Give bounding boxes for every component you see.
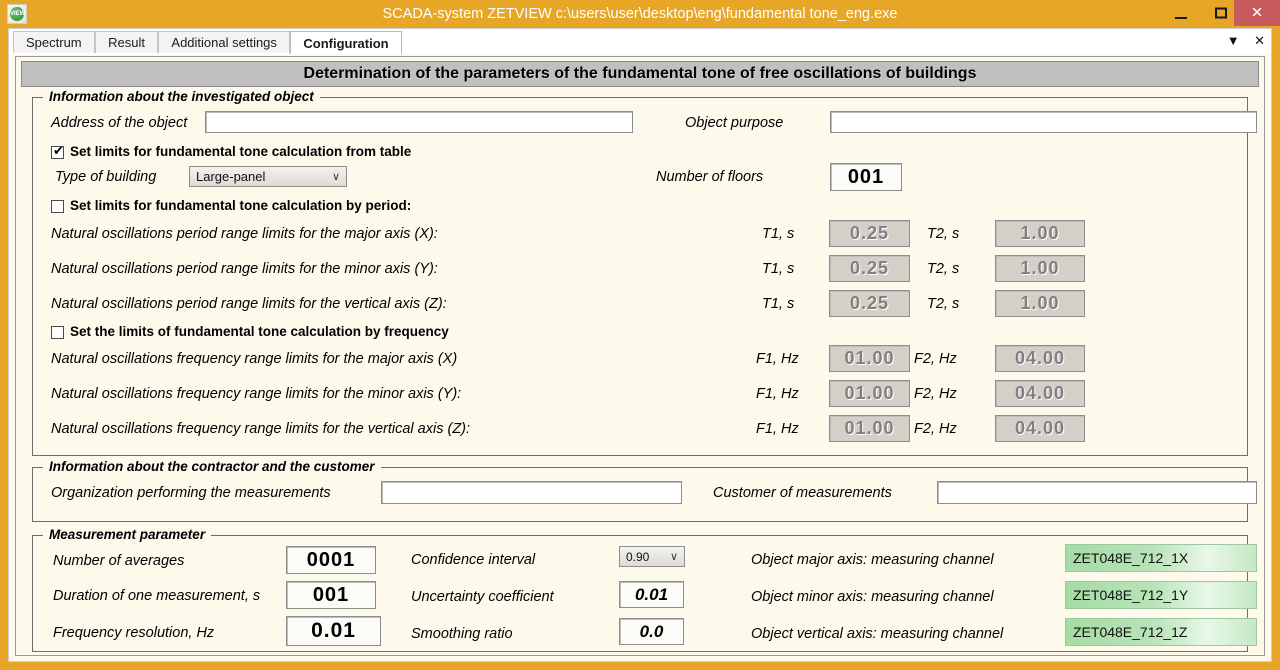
channel-select-vertical[interactable]: ZET048E_712_1Z — [1065, 618, 1257, 646]
type-of-building-label: Type of building — [55, 169, 157, 185]
period-t1-label-z: T1, s — [762, 296, 795, 312]
type-of-building-select[interactable]: Large-panel ∨ — [189, 166, 347, 187]
frequency-f1-input-y[interactable]: 01.00 — [829, 380, 910, 407]
tab-close-icon[interactable]: ✕ — [1254, 33, 1265, 49]
smoothing-input[interactable]: 0.0 — [619, 618, 684, 645]
form-panel: Determination of the parameters of the f… — [15, 56, 1265, 656]
group-title-contractor-customer: Information about the contractor and the… — [43, 459, 381, 475]
period-t1-label-x: T1, s — [762, 226, 795, 242]
number-of-averages-input[interactable]: 0001 — [286, 546, 376, 574]
period-row-label-z: Natural oscillations period range limits… — [51, 296, 447, 312]
tab-bar-controls: ▼ ✕ — [1217, 32, 1265, 52]
period-row-label-x: Natural oscillations period range limits… — [51, 226, 438, 242]
frequency-f1-label-x: F1, Hz — [756, 351, 799, 367]
checkbox-label-by-frequency: Set the limits of fundamental tone calcu… — [70, 324, 449, 339]
channel-select-major[interactable]: ZET048E_712_1X — [1065, 544, 1257, 572]
client-area: Determination of the parameters of the f… — [8, 54, 1272, 662]
chevron-down-icon: ∨ — [331, 171, 340, 183]
organization-label: Organization performing the measurements — [51, 485, 331, 501]
organization-input[interactable] — [381, 481, 682, 504]
close-button[interactable]: ✕ — [1234, 0, 1280, 26]
object-purpose-input[interactable] — [830, 111, 1257, 133]
frequency-f1-input-x[interactable]: 01.00 — [829, 345, 910, 372]
period-t1-label-y: T1, s — [762, 261, 795, 277]
tab-result[interactable]: Result — [95, 31, 158, 53]
frequency-row-label-x: Natural oscillations frequency range lim… — [51, 351, 458, 367]
tab-bar: Spectrum Result Additional settings Conf… — [8, 28, 1272, 55]
checkbox-from-table[interactable]: ✔ — [51, 143, 64, 159]
frequency-f2-input-x[interactable]: 04.00 — [995, 345, 1085, 372]
application-window: VIEW SCADA-system ZETVIEW c:\users\user\… — [0, 0, 1280, 670]
channel-select-minor[interactable]: ZET048E_712_1Y — [1065, 581, 1257, 609]
frequency-row-label-y: Natural oscillations frequency range lim… — [51, 386, 462, 402]
number-of-averages-label: Number of averages — [53, 553, 185, 569]
duration-label: Duration of one measurement, s — [53, 588, 261, 604]
window-bottom-frame — [0, 662, 1280, 670]
object-purpose-label: Object purpose — [685, 115, 784, 131]
uncertainty-input[interactable]: 0.01 — [619, 581, 684, 608]
confidence-interval-value: 0.90 — [626, 550, 650, 564]
frequency-f2-label-y: F2, Hz — [914, 386, 957, 402]
address-label: Address of the object — [51, 115, 188, 131]
duration-input[interactable]: 001 — [286, 581, 376, 609]
type-of-building-value: Large-panel — [196, 169, 266, 184]
customer-label: Customer of measurements — [713, 485, 892, 501]
period-t2-label-x: T2, s — [927, 226, 960, 242]
group-title-measurement-parameter: Measurement parameter — [43, 527, 212, 543]
window-title: SCADA-system ZETVIEW c:\users\user\deskt… — [382, 6, 898, 22]
minimize-icon — [1175, 17, 1187, 19]
title-bar: VIEW SCADA-system ZETVIEW c:\users\user\… — [0, 0, 1280, 28]
period-t1-input-y[interactable]: 0.25 — [829, 255, 910, 282]
period-t2-label-y: T2, s — [927, 261, 960, 277]
frequency-f2-label-z: F2, Hz — [914, 421, 957, 437]
period-t2-input-y[interactable]: 1.00 — [995, 255, 1085, 282]
frequency-f2-input-y[interactable]: 04.00 — [995, 380, 1085, 407]
tab-list: Spectrum Result Additional settings Conf… — [13, 31, 402, 55]
chevron-down-icon[interactable]: ▼ — [1227, 33, 1240, 48]
group-investigated-object: Information about the investigated objec… — [32, 89, 1257, 456]
maximize-icon — [1215, 7, 1227, 19]
channel-label-major: Object major axis: measuring channel — [751, 552, 994, 568]
period-t1-input-z[interactable]: 0.25 — [829, 290, 910, 317]
customer-input[interactable] — [937, 481, 1257, 504]
tab-additional-settings[interactable]: Additional settings — [158, 31, 290, 53]
confidence-interval-label: Confidence interval — [411, 552, 536, 568]
period-t1-input-x[interactable]: 0.25 — [829, 220, 910, 247]
frequency-resolution-input[interactable]: 0.01 — [286, 616, 381, 646]
close-icon: ✕ — [1250, 4, 1264, 22]
checkmark-icon: ✔ — [53, 143, 64, 158]
period-row-label-y: Natural oscillations period range limits… — [51, 261, 438, 277]
frequency-f1-input-z[interactable]: 01.00 — [829, 415, 910, 442]
group-measurement-parameter: Measurement parameter Number of averages… — [32, 527, 1257, 652]
confidence-interval-select[interactable]: 0.90 ∨ — [619, 546, 685, 567]
address-input[interactable] — [205, 111, 633, 133]
channel-label-minor: Object minor axis: measuring channel — [751, 589, 994, 605]
period-t2-input-z[interactable]: 1.00 — [995, 290, 1085, 317]
checkbox-by-frequency[interactable] — [51, 326, 64, 339]
period-t2-label-z: T2, s — [927, 296, 960, 312]
checkbox-label-by-period: Set limits for fundamental tone calculat… — [70, 198, 412, 213]
number-of-floors-label: Number of floors — [656, 169, 764, 185]
frequency-f1-label-z: F1, Hz — [756, 421, 799, 437]
smoothing-label: Smoothing ratio — [411, 626, 513, 642]
frequency-row-label-z: Natural oscillations frequency range lim… — [51, 421, 471, 437]
group-contractor-customer: Information about the contractor and the… — [32, 459, 1257, 522]
channel-label-vertical: Object vertical axis: measuring channel — [751, 626, 1004, 642]
checkbox-label-from-table: Set limits for fundamental tone calculat… — [70, 144, 412, 159]
frequency-f2-input-z[interactable]: 04.00 — [995, 415, 1085, 442]
tab-configuration[interactable]: Configuration — [290, 31, 402, 55]
page-title: Determination of the parameters of the f… — [21, 61, 1259, 87]
frequency-resolution-label: Frequency resolution, Hz — [53, 625, 215, 641]
tab-spectrum[interactable]: Spectrum — [13, 31, 95, 53]
checkbox-by-period[interactable] — [51, 200, 64, 213]
frequency-f2-label-x: F2, Hz — [914, 351, 957, 367]
group-title-investigated-object: Information about the investigated objec… — [43, 89, 320, 105]
uncertainty-label: Uncertainty coefficient — [411, 589, 554, 605]
number-of-floors-input[interactable]: 001 — [830, 163, 902, 191]
frequency-f1-label-y: F1, Hz — [756, 386, 799, 402]
minimize-button[interactable] — [1160, 0, 1202, 26]
period-t2-input-x[interactable]: 1.00 — [995, 220, 1085, 247]
chevron-down-icon: ∨ — [669, 551, 678, 563]
